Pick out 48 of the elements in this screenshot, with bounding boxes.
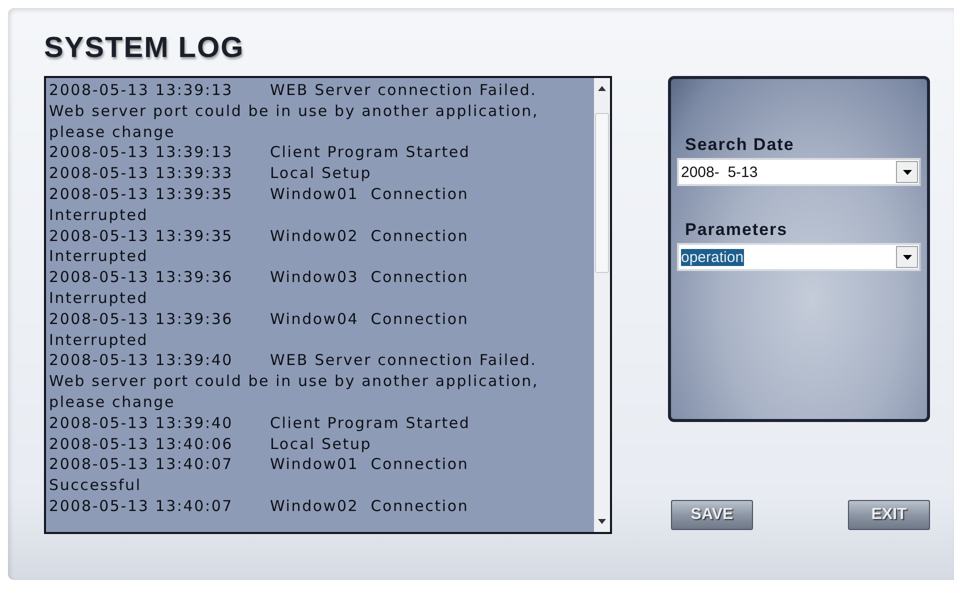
scroll-up-icon[interactable] — [598, 86, 606, 91]
page-title: SYSTEM LOG — [44, 31, 244, 66]
log-time: 2008-05-13 13:39:36 — [49, 308, 234, 330]
log-message: Local Setup — [270, 434, 372, 454]
log-message: Window04 Connection — [270, 308, 469, 330]
log-message: Window02 Connection — [270, 496, 469, 517]
log-message: Window01 Connection — [270, 454, 469, 476]
scrollbar[interactable] — [594, 78, 610, 532]
log-message: Window02 Connection — [270, 226, 469, 246]
log-time: 2008-05-13 13:40:07 — [49, 496, 234, 517]
caret-icon — [902, 170, 912, 174]
log-time: 2008-05-13 13:39:33 — [49, 163, 234, 184]
field-label: Search Date — [685, 135, 794, 155]
log-message: WEB Server connection Failed. — [270, 80, 537, 101]
log-message: Interrupted — [49, 204, 148, 226]
log-message: Successful — [49, 475, 142, 496]
log-time: 2008-05-13 13:39:35 — [49, 184, 234, 205]
dropdown-field[interactable]: operation — [677, 243, 921, 271]
field-label: Parameters — [685, 220, 788, 240]
log-time: 2008-05-13 13:39:13 — [49, 80, 234, 101]
log-time: 2008-05-13 13:39:35 — [49, 226, 234, 246]
dropdown-button[interactable] — [896, 246, 918, 268]
log-message: Window01 Connection — [270, 184, 469, 205]
log-time: 2008-05-13 13:39:13 — [49, 142, 234, 164]
log-message: Window03 Connection — [270, 267, 469, 288]
log-message: Interrupted — [49, 246, 148, 268]
dropdown-button[interactable] — [896, 161, 918, 183]
log-time: 2008-05-13 13:39:40 — [49, 350, 234, 372]
log-message: Web server port could be in use by another application, — [49, 371, 539, 392]
log-message: Local Setup — [270, 163, 372, 184]
field-value: 2008- 5-13 — [681, 164, 758, 180]
log-time: 2008-05-13 13:39:40 — [49, 412, 234, 434]
log-message: please change — [49, 392, 176, 413]
log-time: 2008-05-13 13:40:07 — [49, 454, 234, 476]
log-message: please change — [49, 122, 176, 142]
log-message: Interrupted — [49, 330, 148, 350]
dropdown-field[interactable]: 2008- 5-13 — [677, 158, 921, 186]
log-message: Web server port could be in use by another application, — [49, 100, 539, 122]
log-message: Client Program Started — [270, 142, 470, 164]
field-value: operation — [681, 248, 744, 266]
log-message: Client Program Started — [270, 412, 470, 434]
caret-icon — [902, 254, 912, 260]
scroll-thumb[interactable] — [595, 113, 609, 273]
log-time: 2008-05-13 13:40:06 — [49, 434, 234, 454]
log-message: WEB Server connection Failed. — [270, 350, 537, 372]
log-time: 2008-05-13 13:39:36 — [49, 267, 234, 288]
log-message: Interrupted — [49, 288, 148, 309]
scroll-down-icon[interactable] — [598, 519, 606, 524]
